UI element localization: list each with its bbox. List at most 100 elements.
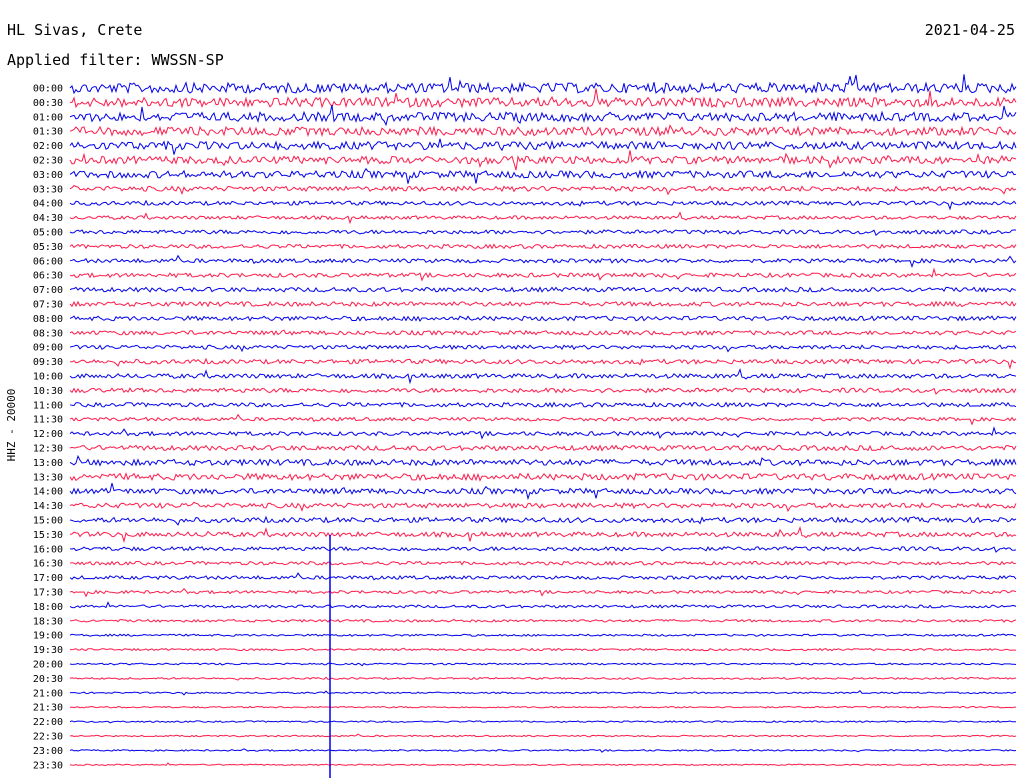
trace-line <box>69 472 1017 482</box>
trace-line <box>69 633 1017 637</box>
time-tick-label: 04:00 <box>33 199 63 210</box>
time-tick-label: 06:00 <box>33 256 63 267</box>
time-tick-label: 20:00 <box>33 660 63 671</box>
trace-line <box>69 199 1017 211</box>
trace-line <box>69 601 1017 609</box>
time-tick-label: 13:00 <box>33 458 63 469</box>
time-tick-label: 19:00 <box>33 631 63 642</box>
trace-line <box>69 733 1017 738</box>
time-tick-label: 01:00 <box>33 112 63 123</box>
time-tick-label: 06:30 <box>33 271 63 282</box>
trace-line <box>69 689 1017 696</box>
trace-line <box>69 560 1017 566</box>
time-tick-label: 10:00 <box>33 372 63 383</box>
time-tick-label: 07:30 <box>33 300 63 311</box>
time-tick-label: 23:00 <box>33 746 63 757</box>
time-tick-label: 00:00 <box>33 84 63 95</box>
trace-line <box>69 762 1017 766</box>
time-tick-label: 11:00 <box>33 400 63 411</box>
trace-line <box>69 748 1017 753</box>
time-tick-label: 21:30 <box>33 703 63 714</box>
time-tick-label: 16:30 <box>33 559 63 570</box>
time-tick-label: 00:30 <box>33 98 63 109</box>
time-tick-label: 09:30 <box>33 357 63 368</box>
trace-line <box>69 254 1017 269</box>
trace-line <box>69 454 1017 467</box>
time-tick-label: 23:30 <box>33 760 63 771</box>
y-axis-label: HHZ - 20000 <box>5 389 18 462</box>
trace-line <box>69 444 1017 452</box>
trace-line <box>69 482 1017 501</box>
trace-line <box>69 545 1017 553</box>
time-ticks: 00:00 00:30 01:00 01:30 02:00 02:30 03:00 03:30… <box>33 84 63 772</box>
time-tick-label: 05:00 <box>33 228 63 239</box>
trace-line <box>69 124 1017 138</box>
trace-line <box>69 401 1017 408</box>
time-tick-label: 10:30 <box>33 386 63 397</box>
trace-line <box>69 344 1017 353</box>
time-tick-label: 12:00 <box>33 429 63 440</box>
trace-line <box>69 662 1017 667</box>
time-tick-label: 09:00 <box>33 343 63 354</box>
time-tick-label: 08:00 <box>33 314 63 325</box>
time-tick-label: 02:00 <box>33 141 63 152</box>
time-tick-label: 18:30 <box>33 616 63 627</box>
trace-group <box>69 74 1017 778</box>
trace-line <box>69 167 1017 184</box>
trace-line <box>69 515 1017 526</box>
trace-line <box>69 572 1017 581</box>
trace-line <box>69 315 1017 323</box>
trace-line <box>69 387 1017 395</box>
time-tick-label: 08:30 <box>33 328 63 339</box>
trace-line <box>69 150 1017 171</box>
time-tick-label: 05:30 <box>33 242 63 253</box>
trace-line <box>69 501 1017 513</box>
trace-line <box>69 413 1017 426</box>
time-tick-label: 12:30 <box>33 444 63 455</box>
trace-line <box>69 647 1016 652</box>
time-tick-label: 14:00 <box>33 487 63 498</box>
trace-line <box>69 426 1017 440</box>
time-tick-label: 01:30 <box>33 127 63 138</box>
time-tick-label: 16:00 <box>33 544 63 555</box>
time-tick-label: 21:00 <box>33 688 63 699</box>
trace-line <box>69 300 1017 308</box>
time-tick-label: 17:30 <box>33 588 63 599</box>
time-tick-label: 18:00 <box>33 602 63 613</box>
trace-line <box>69 587 1017 598</box>
time-tick-label: 04:30 <box>33 213 63 224</box>
trace-line <box>69 357 1017 370</box>
trace-line <box>69 184 1017 196</box>
time-tick-label: 07:00 <box>33 285 63 296</box>
trace-line <box>69 229 1016 237</box>
trace-line <box>69 676 1017 681</box>
helicorder-plot: 00:00 00:30 01:00 01:30 02:00 02:30 03:00 03:30… <box>5 74 1017 778</box>
trace-line <box>69 720 1016 724</box>
time-tick-label: 03:00 <box>33 170 63 181</box>
time-tick-label: 22:30 <box>33 732 63 743</box>
trace-line <box>69 525 1017 544</box>
time-tick-label: 22:00 <box>33 717 63 728</box>
time-tick-label: 20:30 <box>33 674 63 685</box>
trace-line <box>70 88 1017 109</box>
trace-line <box>69 211 1017 225</box>
trace-line <box>69 286 1017 293</box>
time-tick-label: 14:30 <box>33 501 63 512</box>
trace-line <box>69 104 1017 127</box>
time-tick-label: 15:30 <box>33 530 63 541</box>
time-tick-label: 15:00 <box>33 516 63 527</box>
trace-line <box>69 243 1017 250</box>
time-tick-label: 11:30 <box>33 415 63 426</box>
time-tick-label: 13:30 <box>33 472 63 483</box>
time-tick-label: 19:30 <box>33 645 63 656</box>
trace-line <box>69 705 1017 709</box>
time-tick-label: 02:30 <box>33 156 63 167</box>
trace-line <box>69 74 1017 95</box>
trace-line <box>69 138 1017 155</box>
time-tick-label: 17:00 <box>33 573 63 584</box>
trace-line <box>69 329 1017 336</box>
trace-line <box>69 368 1017 385</box>
time-tick-label: 03:30 <box>33 184 63 195</box>
trace-line <box>69 267 1017 282</box>
trace-line <box>69 618 1017 623</box>
